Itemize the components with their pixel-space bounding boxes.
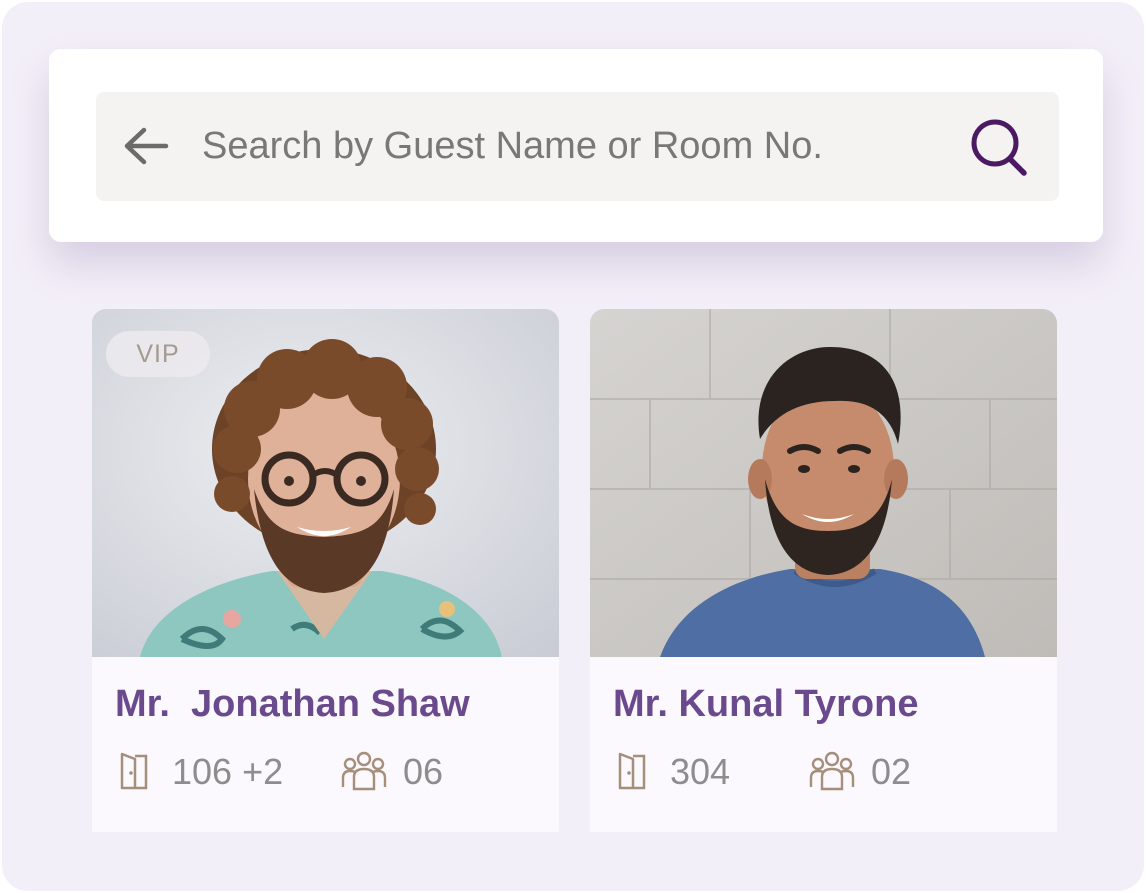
door-icon	[618, 752, 646, 790]
room-number: 304	[670, 751, 731, 792]
guest-count: 02	[871, 751, 912, 792]
guest-name: Mr. Jonathan Shaw	[115, 683, 470, 725]
people-group-icon	[341, 751, 387, 791]
search-input[interactable]	[202, 114, 962, 178]
back-arrow-icon[interactable]	[122, 125, 170, 167]
door-icon	[120, 752, 148, 790]
people-group-icon	[809, 751, 855, 791]
room-number: 106 +2	[172, 751, 284, 792]
guest-photo: VIP	[92, 309, 559, 657]
search-panel	[49, 49, 1103, 242]
search-bar[interactable]	[96, 92, 1059, 201]
guest-card[interactable]: VIP Mr. Jonathan Shaw 106 +2 06	[92, 309, 559, 832]
guest-count: 06	[403, 751, 444, 792]
guest-photo	[590, 309, 1057, 657]
guest-meta: 106 +2 06	[115, 749, 555, 795]
search-icon[interactable]	[968, 117, 1032, 177]
guest-meta: 304 02	[613, 749, 1053, 795]
vip-badge: VIP	[106, 331, 210, 377]
guest-name: Mr. Kunal Tyrone	[613, 683, 919, 725]
guest-card[interactable]: Mr. Kunal Tyrone 304 02	[590, 309, 1057, 832]
